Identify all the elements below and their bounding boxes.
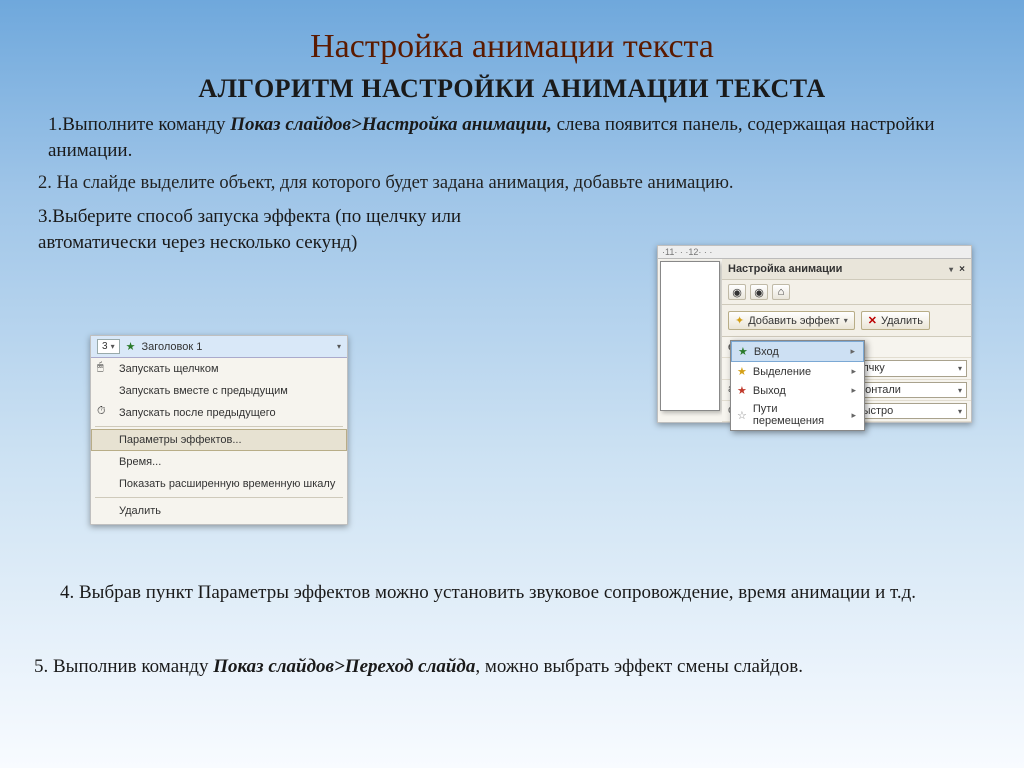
- animation-pane: ·11· · ·12· · · Настройка анимации ▾ × ◉…: [657, 245, 972, 423]
- menu-effect-options[interactable]: Параметры эффектов...: [91, 429, 347, 451]
- step-1: 1.Выполните команду Показ слайдов>Настро…: [48, 112, 976, 163]
- menu-delete[interactable]: Удалить: [91, 500, 347, 522]
- submenu-motion-paths[interactable]: ☆Пути перемещения▸: [731, 400, 864, 430]
- add-effect-button[interactable]: ✦ Добавить эффект ▾: [728, 311, 855, 330]
- page-title: Настройка анимации текста: [38, 28, 986, 66]
- submenu-exit[interactable]: ★Выход▸: [731, 381, 864, 400]
- submenu-entrance[interactable]: ★Вход▸: [731, 341, 864, 362]
- menu-show-timeline[interactable]: Показать расширенную временную шкалу: [91, 473, 347, 495]
- pane-nav: ◉ ◉ ⌂: [722, 280, 971, 305]
- step-4: 4. Выбрав пункт Параметры эффектов можно…: [60, 580, 964, 607]
- effect-item-header[interactable]: 3 ▾ ★ Заголовок 1 ▾: [91, 336, 347, 358]
- menu-timing[interactable]: Время...: [91, 451, 347, 473]
- back-icon[interactable]: ◉: [728, 284, 746, 300]
- step-5: 5. Выполнив команду Показ слайдов>Перехо…: [34, 654, 990, 681]
- step-2: 2. На слайде выделите объект, для которо…: [38, 171, 986, 196]
- effect-context-menu: 3 ▾ ★ Заголовок 1 ▾ 🖱Запускать щелчком З…: [90, 335, 348, 525]
- pane-title: Настройка анимации ▾ ×: [722, 259, 971, 280]
- forward-icon[interactable]: ◉: [750, 284, 768, 300]
- menu-start-on-click[interactable]: 🖱Запускать щелчком: [91, 358, 347, 380]
- page-subtitle: АЛГОРИТМ НАСТРОЙКИ АНИМАЦИИ ТЕКСТА: [38, 74, 986, 104]
- home-icon[interactable]: ⌂: [772, 284, 790, 300]
- ruler: ·11· · ·12· · ·: [658, 246, 971, 259]
- slide-preview: [660, 261, 720, 411]
- menu-start-after-previous[interactable]: ⏱Запускать после предыдущего: [91, 402, 347, 424]
- delete-effect-button[interactable]: ✕Удалить: [861, 311, 930, 330]
- menu-start-with-previous[interactable]: Запускать вместе с предыдущим: [91, 380, 347, 402]
- add-effect-submenu: ★Вход▸ ★Выделение▸ ★Выход▸ ☆Пути перемещ…: [730, 340, 865, 431]
- submenu-emphasis[interactable]: ★Выделение▸: [731, 362, 864, 381]
- step-3: 3.Выберите способ запуска эффекта (по ще…: [38, 204, 468, 255]
